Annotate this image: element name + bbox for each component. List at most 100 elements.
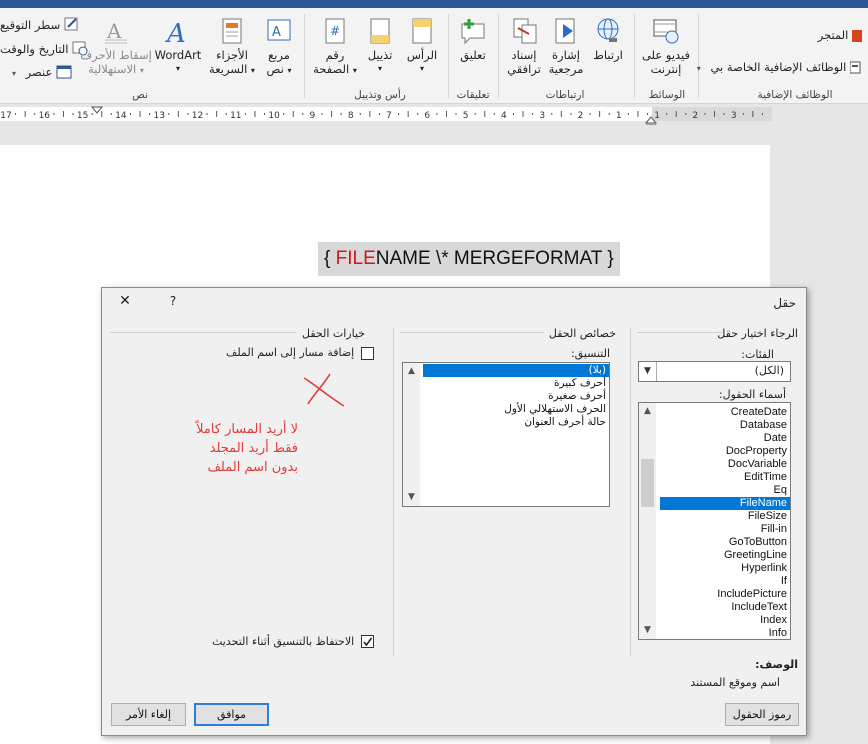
ruler-tick-label: 12: [192, 111, 203, 121]
signature-line-button[interactable]: سطر التوقيع: [0, 16, 80, 32]
online-video-button[interactable]: فيديو على إنترنت: [638, 16, 694, 76]
field-name-item[interactable]: DocVariable: [657, 458, 787, 471]
field-name-item[interactable]: Index: [657, 614, 787, 627]
field-dialog: حقل ? ✕ الرجاء اختيار حقل الفئات: (الكل)…: [101, 287, 807, 736]
format-item[interactable]: حالة أحرف العنوان: [420, 416, 606, 429]
preserve-format-option[interactable]: الاحتفاظ بالتنسيق أثناء التحديث: [212, 635, 354, 648]
drop-cap-button[interactable]: A إسقاط الأحرف الاستهلالية ▾: [78, 16, 154, 78]
field-name-item[interactable]: Eq: [657, 484, 787, 497]
field-name-item[interactable]: Info: [657, 627, 787, 639]
field-name-item[interactable]: Hyperlink: [657, 562, 787, 575]
categories-value: (الكل): [754, 364, 784, 377]
ok-button[interactable]: موافق: [194, 703, 269, 726]
group-separator: [448, 14, 449, 98]
field-properties-section-label: خصائص الحقل: [548, 327, 616, 340]
field-name-item[interactable]: GoToButton: [657, 536, 787, 549]
field-options-section-label: خيارات الحقل: [302, 327, 366, 340]
field-codes-button[interactable]: رموز الحقول: [725, 703, 799, 726]
page-number-button[interactable]: # رقم الصفحة ▾: [312, 16, 358, 78]
field-name-item[interactable]: GreetingLine: [657, 549, 787, 562]
format-item[interactable]: (بلا): [423, 364, 609, 377]
checkmark-icon: [363, 637, 373, 647]
scroll-thumb[interactable]: [641, 459, 654, 507]
ruler-tick-label: 15: [77, 111, 88, 121]
field-name-item[interactable]: IncludeText: [657, 601, 787, 614]
field-code-rest: NAME \* MERGEFORMAT: [375, 248, 603, 269]
ribbon-insert-tab: سطر التوقيع التاريخ والوقت ▾ عنصر A إسقا…: [0, 8, 868, 104]
field-name-item[interactable]: CreateDate: [657, 406, 787, 419]
categories-dropdown[interactable]: (الكل) ▼: [638, 361, 791, 382]
field-name-item[interactable]: Fill-in: [657, 523, 787, 536]
group-label-comments: تعليقات: [456, 89, 490, 101]
horizontal-ruler[interactable]: 17 16 15 14 13 12 11 10 9 8 7 6 5 4 3 2 1 1 2 3: [0, 105, 868, 125]
field-names-listbox[interactable]: ▲ ▼ CreateDate Database Date DocProperty Doc…: [638, 402, 791, 640]
preserve-format-checkbox[interactable]: [361, 635, 374, 648]
help-button[interactable]: ?: [166, 294, 180, 308]
ruler-margin-area: [652, 107, 772, 121]
field-name-item[interactable]: FileSize: [657, 510, 787, 523]
text-box-button[interactable]: A مربع نص ▾: [258, 16, 300, 78]
ruler-tick-label: 6: [424, 111, 430, 121]
object-button[interactable]: ▾ عنصر: [12, 65, 72, 81]
group-label-header-footer: رأس وتذييل: [354, 89, 406, 101]
add-path-label: إضافة مسار إلى اسم الملف: [226, 346, 355, 359]
section-divider: [400, 332, 544, 333]
wordart-icon: A: [165, 19, 186, 46]
wordart-button[interactable]: A WordArt ▾: [152, 16, 204, 76]
group-separator: [698, 14, 699, 98]
field-name-item[interactable]: EditTime: [657, 471, 787, 484]
scroll-up-icon[interactable]: ▲: [639, 403, 656, 420]
ruler-tick-label: 16: [39, 111, 51, 121]
my-addins-button[interactable]: ▾ الوظائف الإضافية الخاصة بي: [697, 60, 862, 76]
ruler-tick-label: 9: [310, 111, 316, 121]
add-path-checkbox[interactable]: [361, 347, 374, 360]
red-x-annotation-icon: [303, 373, 345, 407]
scroll-down-icon[interactable]: ▼: [403, 489, 420, 506]
format-item[interactable]: أحرف كبيرة: [420, 377, 606, 390]
footer-button[interactable]: تذييل ▾: [360, 16, 400, 76]
header-button[interactable]: الرأس ▾: [402, 16, 442, 76]
quick-parts-button[interactable]: الأجزاء السريعة ▾: [206, 16, 258, 78]
format-item[interactable]: أحرف صغيرة: [420, 390, 606, 403]
svg-text:A: A: [272, 25, 281, 40]
link-button[interactable]: ارتباط: [588, 16, 628, 62]
header-icon: [412, 18, 432, 44]
description-label: الوصف:: [755, 658, 798, 671]
format-item[interactable]: الحرف الاستهلالي الأول: [420, 403, 606, 416]
comment-button[interactable]: تعليق: [452, 16, 494, 62]
column-divider: [630, 328, 631, 656]
scroll-up-icon[interactable]: ▲: [403, 363, 420, 380]
cross-reference-button[interactable]: إسناد ترافقي: [502, 16, 546, 76]
cancel-button[interactable]: إلغاء الأمر: [111, 703, 186, 726]
field-code-text[interactable]: { FILENAME \* MERGEFORMAT }: [318, 242, 620, 276]
field-name-item[interactable]: FileName: [660, 497, 790, 510]
close-icon[interactable]: ✕: [117, 293, 133, 309]
field-name-item[interactable]: Database: [657, 419, 787, 432]
group-separator: [634, 14, 635, 98]
scroll-down-icon[interactable]: ▼: [639, 622, 656, 639]
ruler-tick-label: 1: [616, 111, 622, 121]
bookmark-button[interactable]: إشارة مرجعية: [546, 16, 586, 76]
field-names-scrollbar[interactable]: ▲ ▼: [639, 403, 656, 639]
field-name-item[interactable]: If: [657, 575, 787, 588]
preserve-format-label: الاحتفاظ بالتنسيق أثناء التحديث: [212, 635, 355, 648]
format-listbox[interactable]: ▲ ▼ (بلا) أحرف كبيرة أحرف صغيرة الحرف الاست…: [402, 362, 610, 507]
field-name-item[interactable]: DocProperty: [657, 445, 787, 458]
note-line: لا أريد المسار كاملاً: [196, 422, 298, 437]
field-names-label: أسماء الحقول:: [718, 388, 786, 401]
ruler-tick-label: 11: [230, 111, 241, 121]
ruler-tick-label: 7: [386, 111, 392, 121]
field-name-item[interactable]: IncludePicture: [657, 588, 787, 601]
group-label-media: الوسائط: [648, 89, 686, 101]
field-code-highlight: FILE: [335, 248, 376, 269]
ruler-tick-label: 10: [268, 111, 280, 121]
section-divider: [637, 332, 723, 333]
link-icon: [597, 18, 619, 42]
format-scrollbar[interactable]: ▲ ▼: [403, 363, 420, 506]
store-button[interactable]: المتجر: [818, 28, 862, 42]
add-path-option[interactable]: إضافة مسار إلى اسم الملف: [226, 346, 354, 359]
chevron-down-icon[interactable]: ▼: [639, 362, 657, 381]
date-time-button[interactable]: التاريخ والوقت: [0, 40, 88, 56]
field-name-item[interactable]: Date: [657, 432, 787, 445]
store-icon: [852, 30, 862, 42]
